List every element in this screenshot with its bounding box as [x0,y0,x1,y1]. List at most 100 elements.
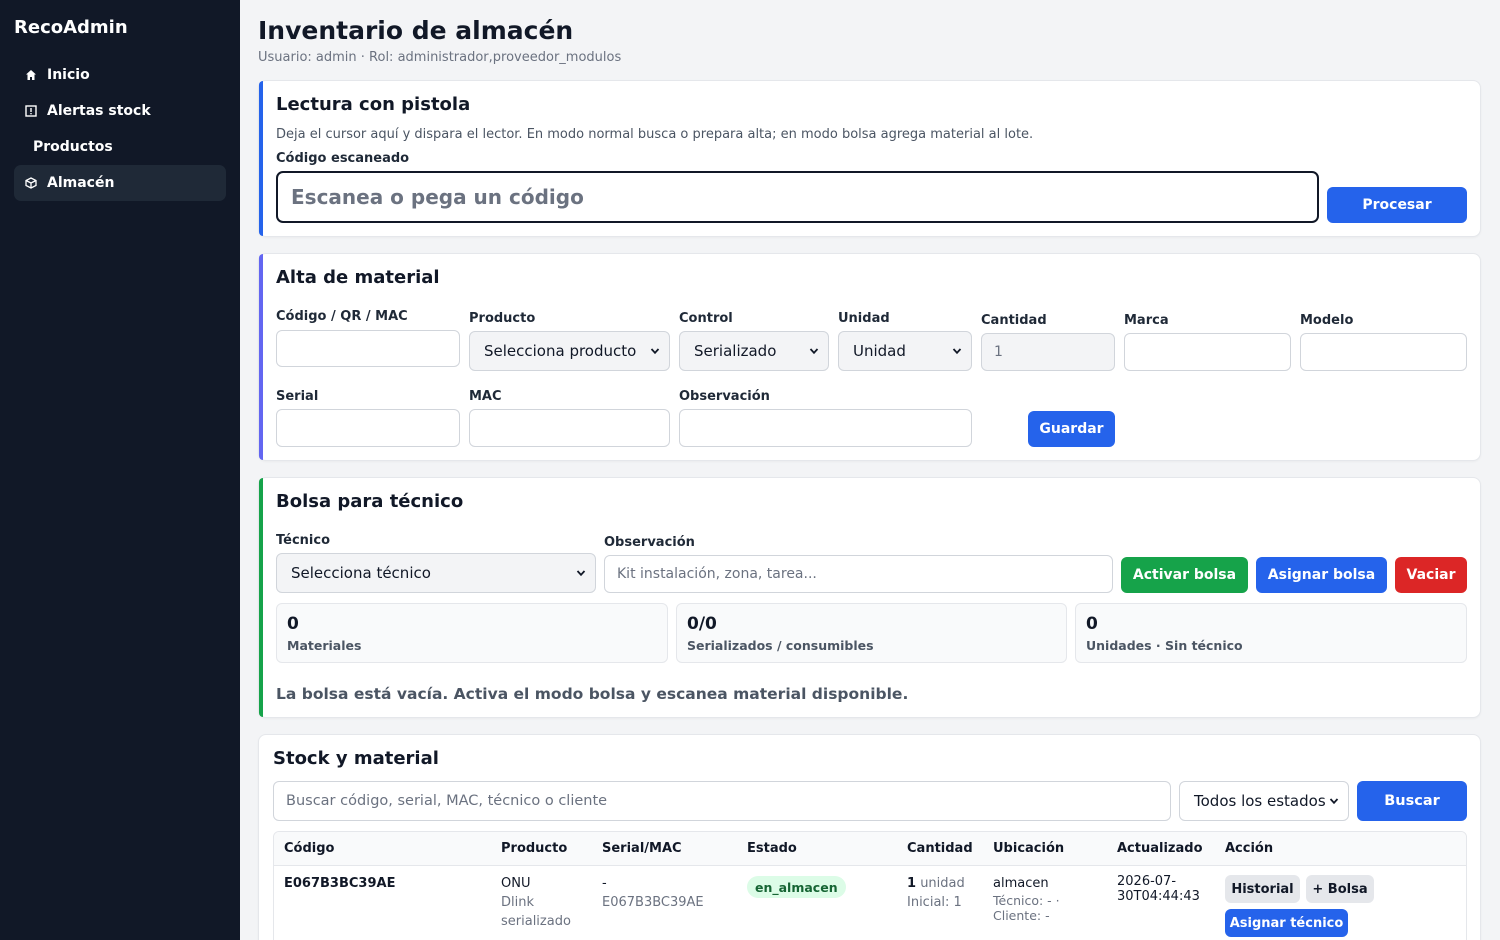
stock-table: Código Producto Serial/MAC Estado Cantid… [273,831,1467,940]
stock-search-input[interactable] [273,781,1171,821]
app-brand: RecoAdmin [14,17,128,38]
card-accent-bar [259,254,263,460]
chevron-down-icon [952,348,962,355]
chevron-down-icon [1329,798,1339,805]
bolsa-observacion-input[interactable] [604,555,1113,593]
cell-serial: - [602,876,607,891]
cell-producto: ONU [501,876,531,891]
cell-codigo: E067B3BC39AE [284,876,396,891]
process-button[interactable]: Procesar [1327,187,1467,223]
sidebar-item-label: Almacén [47,175,115,191]
producto-select-value: Selecciona producto [484,342,637,360]
alert-box-icon [25,105,37,117]
stat-materiales: 0 Materiales [276,603,668,663]
unidad-select[interactable]: Unidad [838,331,972,371]
control-select-value: Serializado [694,342,777,360]
sidebar-item-label: Inicio [47,67,90,83]
sidebar-item-productos[interactable]: Productos [14,129,226,165]
chevron-down-icon [650,348,660,355]
cell-cantidad: 1 unidad [907,874,965,893]
sidebar-item-almacen[interactable]: Almacén [14,165,226,201]
modelo-label: Modelo [1300,313,1354,328]
sidebar-item-label: Alertas stock [47,103,151,119]
unidad-select-value: Unidad [853,342,906,360]
cell-producto-type: serializado [501,914,571,929]
status-badge: en_almacen [747,876,846,898]
alta-title: Alta de material [276,267,440,288]
modelo-input[interactable] [1300,333,1467,371]
mac-input[interactable] [469,409,670,447]
tecnico-select-value: Selecciona técnico [291,564,431,582]
cantidad-input[interactable] [981,333,1115,371]
estado-filter-select[interactable]: Todos los estados [1179,781,1349,821]
serial-label: Serial [276,389,319,404]
observacion-input[interactable] [679,409,972,447]
sidebar: RecoAdmin Inicio Alertas stock Productos… [0,0,240,940]
codigo-input[interactable] [276,330,460,367]
col-accion[interactable]: Acción [1225,841,1273,856]
scan-code-input[interactable] [276,171,1319,223]
marca-label: Marca [1124,313,1169,328]
unidad-label: Unidad [838,311,890,326]
vaciar-button[interactable]: Vaciar [1395,557,1467,593]
bolsa-empty-message: La bolsa está vacía. Activa el modo bols… [276,685,909,703]
asignar-bolsa-button[interactable]: Asignar bolsa [1256,557,1387,593]
sidebar-item-inicio[interactable]: Inicio [14,57,226,93]
serial-input[interactable] [276,409,460,447]
estado-filter-value: Todos los estados [1194,792,1326,810]
col-estado[interactable]: Estado [747,841,797,856]
box-icon [25,177,37,189]
producto-select[interactable]: Selecciona producto [469,331,670,371]
search-button[interactable]: Buscar [1357,781,1467,821]
col-serial-mac[interactable]: Serial/MAC [602,841,682,856]
col-producto[interactable]: Producto [501,841,567,856]
col-codigo[interactable]: Código [284,841,334,856]
producto-label: Producto [469,311,536,326]
cell-actualizado-time: 30T04:44:43 [1117,889,1200,904]
add-to-bolsa-button[interactable]: + Bolsa [1306,875,1374,903]
scanner-title: Lectura con pistola [276,94,471,115]
cantidad-number: 1 [907,876,917,891]
bolsa-card [258,477,1481,718]
col-actualizado[interactable]: Actualizado [1117,841,1203,856]
cantidad-unit: unidad [920,876,965,891]
chevron-down-icon [576,570,586,577]
card-accent-bar [259,478,263,717]
page-title: Inventario de almacén [258,16,574,45]
stat-unidades: 0 Unidades · Sin técnico [1075,603,1467,663]
stock-title: Stock y material [273,748,439,769]
asignar-tecnico-button[interactable]: Asignar técnico [1225,909,1348,937]
control-select[interactable]: Serializado [679,331,829,371]
stat-value: 0 [1086,614,1098,634]
cell-ubicacion: almacen [993,876,1049,891]
cell-tecnico: Técnico: - · [993,893,1060,908]
save-button[interactable]: Guardar [1028,411,1115,447]
control-label: Control [679,311,733,326]
cantidad-label: Cantidad [981,313,1047,328]
scanner-note: Deja el cursor aquí y dispara el lector.… [276,127,1034,142]
marca-input[interactable] [1124,333,1291,371]
cell-mac: E067B3BC39AE [602,895,704,910]
stat-serializados: 0/0 Serializados / consumibles [676,603,1067,663]
mac-label: MAC [469,389,502,404]
stat-value: 0/0 [687,614,717,634]
scanner-field-label: Código escaneado [276,151,410,166]
chevron-down-icon [809,348,819,355]
activar-bolsa-button[interactable]: Activar bolsa [1121,557,1248,593]
col-cantidad[interactable]: Cantidad [907,841,973,856]
cell-producto-brand: Dlink [501,895,535,910]
tecnico-select[interactable]: Selecciona técnico [276,553,596,593]
stat-caption: Materiales [287,638,362,653]
sidebar-item-alertas-stock[interactable]: Alertas stock [14,93,226,129]
table-header: Código Producto Serial/MAC Estado Cantid… [274,832,1466,866]
historial-button[interactable]: Historial [1225,875,1300,903]
bolsa-observacion-label: Observación [604,535,695,550]
cell-cantidad-inicial: Inicial: 1 [907,895,962,910]
sidebar-item-label: Productos [33,139,113,155]
bolsa-title: Bolsa para técnico [276,491,464,512]
card-accent-bar [259,81,263,236]
home-icon [25,69,37,81]
tecnico-label: Técnico [276,533,331,548]
stat-caption: Serializados / consumibles [687,638,874,653]
col-ubicacion[interactable]: Ubicación [993,841,1064,856]
